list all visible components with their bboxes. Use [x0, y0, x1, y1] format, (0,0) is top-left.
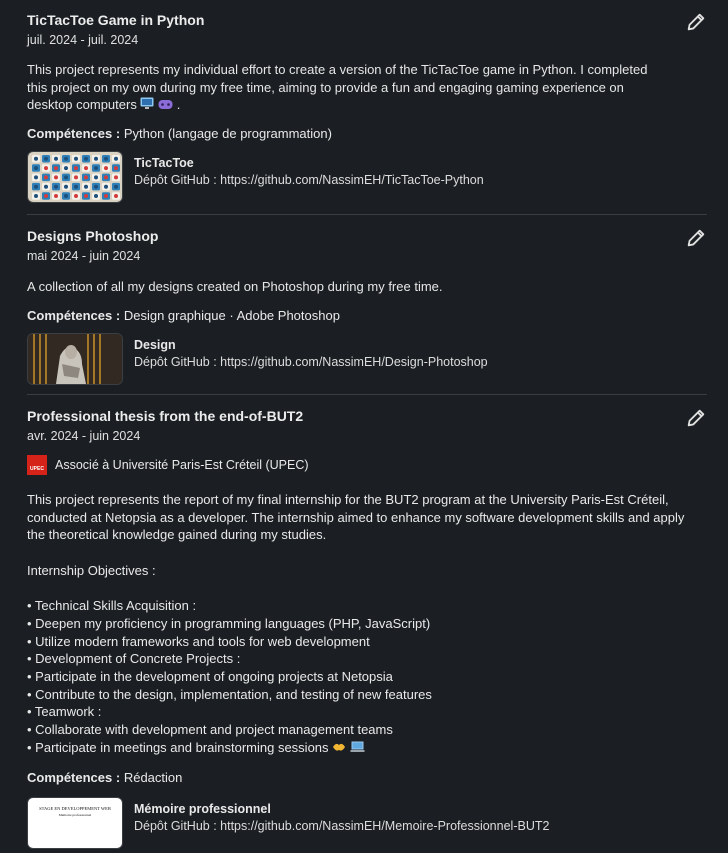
video-game-emoji [158, 97, 173, 115]
project-title: TicTacToe Game in Python [27, 12, 205, 28]
project-dates: avr. 2024 - juin 2024 [27, 429, 141, 443]
desktop-computer-emoji [140, 97, 154, 115]
project-skills: Compétences : Design graphique · Adobe P… [27, 307, 340, 323]
divider [27, 214, 707, 215]
project-dates: mai 2024 - juin 2024 [27, 249, 141, 263]
media-description: Dépôt GitHub : https://github.com/Nassim… [134, 173, 484, 188]
tictactoe-thumbnail[interactable] [27, 151, 123, 204]
project-description: A collection of all my designs created o… [27, 279, 443, 294]
media-title: Mémoire professionnel [134, 802, 271, 817]
project-description: This project represents my individual ef… [27, 61, 667, 114]
laptop-emoji [350, 740, 365, 758]
project-media[interactable]: TicTacToe Dépôt GitHub : https://github.… [27, 151, 707, 204]
pencil-icon[interactable] [685, 407, 707, 429]
handshake-emoji [332, 740, 346, 758]
thumb-subtitle: Mémoire professionnel [58, 813, 92, 818]
media-title: Design [134, 337, 176, 352]
project-skills: Compétences : Python (langage de program… [27, 126, 332, 142]
association[interactable]: UPEC Associé à Université Paris-Est Crét… [27, 455, 707, 475]
thesis-thumbnail[interactable]: STAGE EN DEVELOPPEMENT WEB Mémoire profe… [27, 797, 123, 850]
media-title: TicTacToe [134, 156, 194, 171]
project-dates: juil. 2024 - juil. 2024 [27, 33, 139, 47]
project-professional-thesis: Professional thesis from the end-of-BUT2… [27, 407, 707, 850]
project-title: Designs Photoshop [27, 228, 159, 244]
media-description: Dépôt GitHub : https://github.com/Nassim… [134, 819, 550, 834]
divider [27, 394, 707, 395]
media-description: Dépôt GitHub : https://github.com/Nassim… [134, 354, 488, 369]
pencil-icon[interactable] [685, 227, 707, 249]
association-label: Associé à Université Paris-Est Créteil (… [55, 458, 309, 472]
pencil-icon[interactable] [685, 11, 707, 33]
upec-logo: UPEC [27, 455, 47, 475]
project-title: Professional thesis from the end-of-BUT2 [27, 408, 304, 424]
project-skills: Compétences : Rédaction [27, 770, 183, 786]
project-media[interactable]: STAGE EN DEVELOPPEMENT WEB Mémoire profe… [27, 797, 707, 850]
project-description: This project represents the report of my… [27, 491, 687, 757]
project-designs-photoshop: Designs Photoshop mai 2024 - juin 2024 A… [27, 227, 707, 385]
design-thumbnail[interactable] [27, 332, 123, 385]
project-media[interactable]: Design Dépôt GitHub : https://github.com… [27, 332, 707, 385]
project-tictactoe: TicTacToe Game in Python juil. 2024 - ju… [27, 11, 707, 204]
